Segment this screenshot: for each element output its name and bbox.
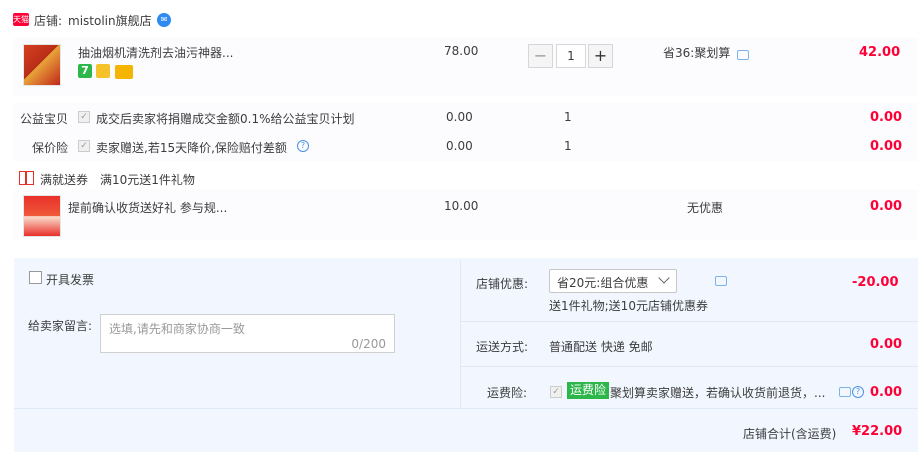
- item-1-unit-price: 78.00: [444, 44, 479, 58]
- promo-chat-icon[interactable]: [737, 50, 749, 60]
- chevron-down-icon: [658, 272, 670, 284]
- question-icon[interactable]: ?: [852, 386, 864, 398]
- freight-insurance-desc: 聚划算卖家赠送，若确认收货前退货，...: [610, 386, 826, 400]
- freight-insurance-tag: 运费险: [567, 382, 610, 399]
- freight-chat-icon[interactable]: [839, 387, 851, 397]
- insurance-desc: 卖家赠送,若15天降价,保险赔付差额: [96, 141, 287, 155]
- charity-total: 0.00: [870, 110, 903, 125]
- discount-chat-icon[interactable]: [715, 276, 727, 286]
- insurance-price: 0.00: [446, 139, 473, 153]
- shop-discount-selected: 省20元:组合优惠: [557, 276, 649, 290]
- gift-promo-label: 满就送券: [40, 173, 89, 187]
- seven-day-return-icon: 7: [78, 64, 92, 78]
- shop-discount-select[interactable]: 省20元:组合优惠: [549, 269, 677, 293]
- qty-minus-button[interactable]: −: [528, 44, 553, 68]
- message-placeholder: 选填,请先和商家协商一致: [109, 322, 245, 336]
- shipping-method: 普通配送 快递 免邮: [549, 340, 653, 354]
- qty-plus-button[interactable]: +: [588, 44, 613, 68]
- item-1-total: 42.00: [859, 45, 901, 60]
- shop-total-amount: ¥22.00: [852, 424, 903, 439]
- item-1-title-link[interactable]: 抽油烟机清洗剂去油污神器...: [78, 44, 233, 61]
- message-char-count: 0/200: [351, 337, 386, 351]
- item-2-thumbnail[interactable]: [23, 195, 61, 237]
- shop-discount-amount: -20.00: [852, 275, 899, 290]
- shop-name-link[interactable]: mistolin旗舰店: [68, 12, 152, 29]
- charity-checkbox: ✓: [78, 111, 90, 123]
- charity-price: 0.00: [446, 110, 473, 124]
- seller-message-input[interactable]: 选填,请先和商家协商一致 0/200: [100, 314, 395, 353]
- panel-divider: [14, 408, 918, 409]
- question-icon[interactable]: ?: [297, 140, 309, 152]
- wangwang-chat-icon[interactable]: ✉: [157, 13, 171, 27]
- message-label: 给卖家留言:: [28, 319, 93, 333]
- invoice-label: 开具发票: [46, 273, 95, 287]
- freight-insurance-label: 运费险:: [487, 386, 528, 400]
- charity-desc: 成交后卖家将捐赠成交金额0.1%给公益宝贝计划: [96, 112, 355, 126]
- credit-card-icon: [115, 65, 133, 79]
- invoice-checkbox[interactable]: [29, 271, 42, 284]
- gift-box-icon: [19, 171, 34, 185]
- insurance-label: 保价险: [32, 141, 69, 155]
- insurance-checkbox: ✓: [78, 140, 90, 152]
- item-2-promo: 无优惠: [687, 201, 724, 215]
- freight-insurance-checkbox: ✓: [550, 386, 562, 398]
- tmall-icon: 天猫: [13, 13, 29, 26]
- insurance-qty: 1: [564, 139, 572, 153]
- item-1-promo: 省36:聚划算: [663, 46, 731, 60]
- item-2-unit-price: 10.00: [444, 199, 479, 213]
- panel-divider: [461, 321, 918, 322]
- shop-discount-sub: 送1件礼物;送10元店铺优惠券: [549, 299, 708, 313]
- shop-label: 店铺:: [34, 14, 63, 28]
- shipping-label: 运送方式:: [476, 340, 529, 354]
- charity-qty: 1: [564, 110, 572, 124]
- shop-total-label: 店铺合计(含运费): [743, 427, 837, 441]
- shop-header: 天猫 店铺: mistolin旗舰店 ✉: [0, 0, 918, 38]
- qty-input[interactable]: 1: [556, 44, 586, 68]
- item-2-total: 0.00: [870, 199, 903, 214]
- item-2-title-link[interactable]: 提前确认收货送好礼 参与规...: [68, 199, 227, 216]
- panel-divider: [461, 366, 918, 367]
- shipping-amount: 0.00: [870, 337, 903, 352]
- item-1-thumbnail[interactable]: [23, 44, 61, 86]
- gift-promo-desc: 满10元送1件礼物: [100, 173, 195, 187]
- gift-badge-icon: [96, 64, 110, 78]
- charity-label: 公益宝贝: [20, 112, 69, 126]
- shop-discount-label: 店铺优惠:: [476, 277, 529, 291]
- freight-insurance-amount: 0.00: [870, 385, 903, 400]
- order-summary-panel: [14, 258, 918, 452]
- panel-divider: [460, 260, 461, 409]
- insurance-total: 0.00: [870, 139, 903, 154]
